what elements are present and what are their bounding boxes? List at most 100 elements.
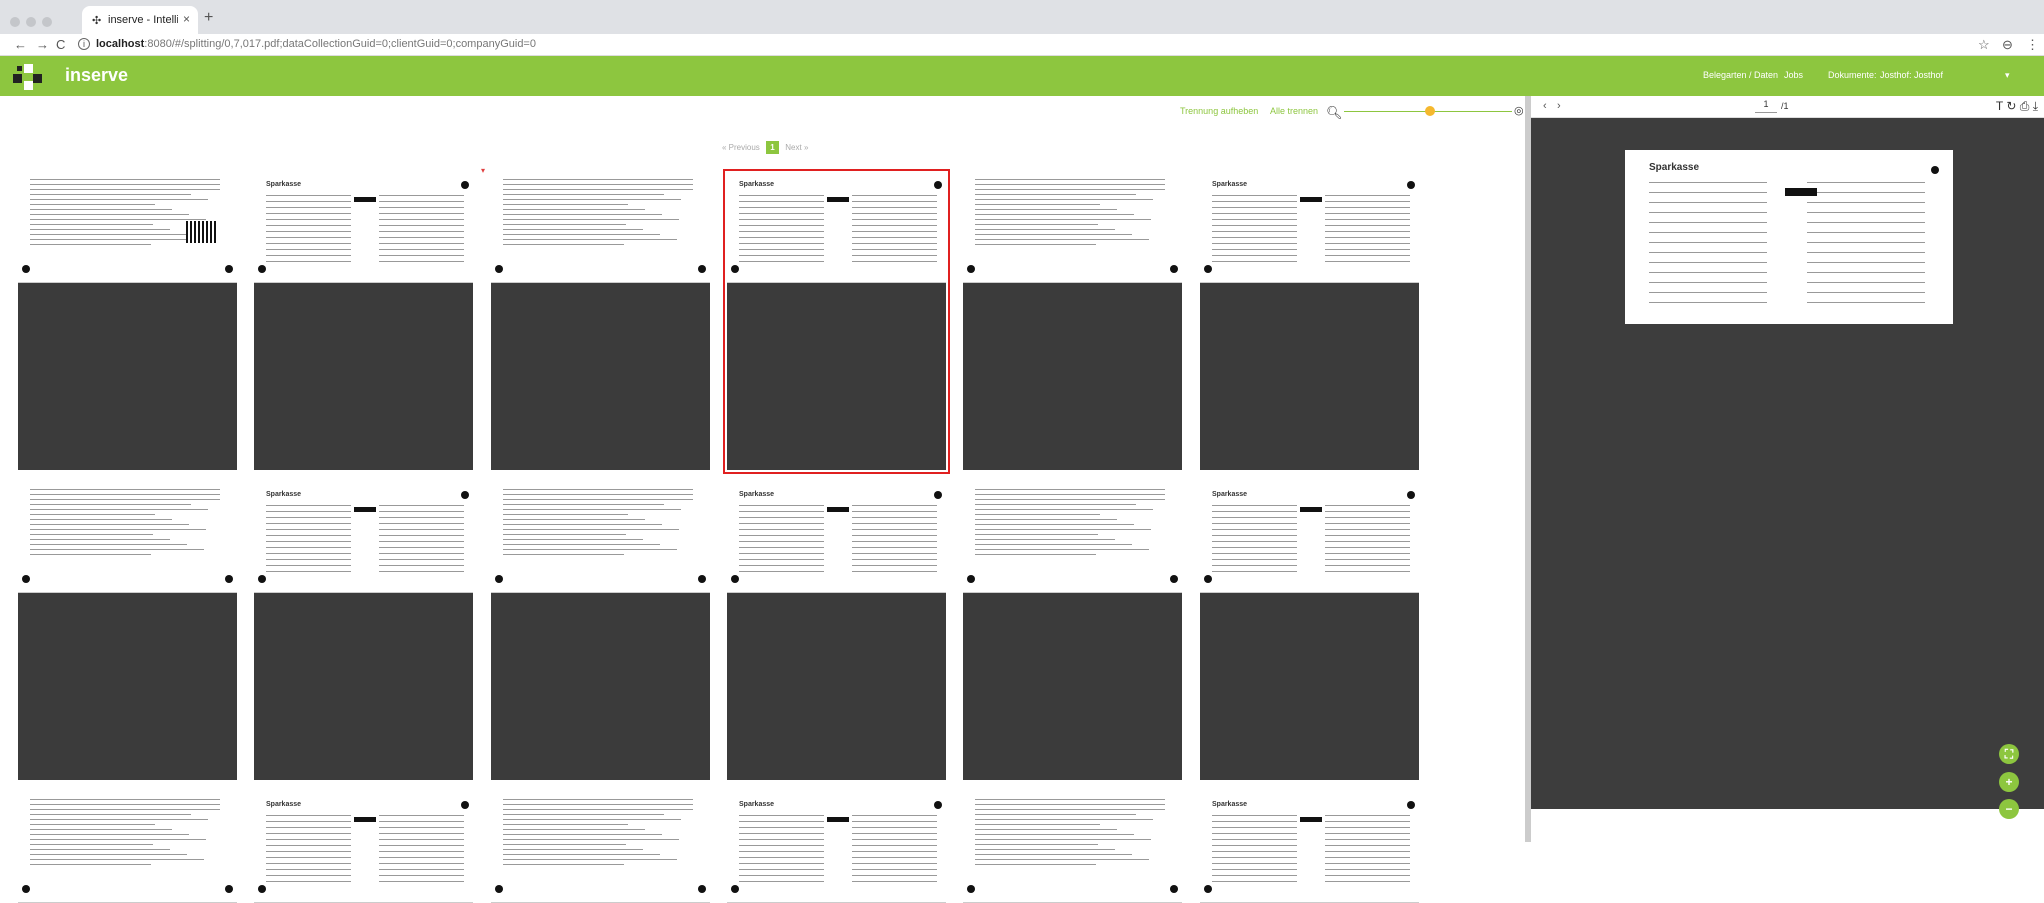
text-line [975,194,1136,195]
page-thumbnail[interactable] [963,483,1182,780]
nav-belegarten[interactable]: Belegarten / Daten [1703,70,1778,80]
page-thumbnail[interactable] [18,793,237,903]
zoom-in-button[interactable]: + [1999,772,2019,792]
window-minimize-button[interactable] [26,17,36,27]
text-line [1325,523,1410,524]
page-thumbnail[interactable] [963,173,1182,470]
info-icon[interactable]: i [78,38,90,50]
text-line [1212,547,1297,548]
text-line [503,179,693,180]
window-close-button[interactable] [10,17,20,27]
text-line [30,489,220,490]
punch-hole [495,265,503,273]
page-thumbnail[interactable]: Sparkasse [727,483,946,780]
pager-current-page[interactable]: 1 [766,141,780,154]
redaction-bar [354,507,376,512]
text-line [266,219,351,220]
alle-trennen-button[interactable]: Alle trennen [1270,106,1318,116]
window-maximize-button[interactable] [42,17,52,27]
page-thumbnail[interactable]: Sparkasse [254,793,473,903]
text-line [1212,821,1297,822]
viewer-toolbar: ‹ › 1 /1 T ↻ ⎙ ⤓ [1531,96,2044,118]
text-line [1325,237,1410,238]
reload-icon[interactable]: C [56,37,65,52]
text-line [379,261,464,262]
tab-close-icon[interactable]: × [183,12,190,26]
pager-previous[interactable]: « Previous [722,143,760,152]
text-line [30,549,204,550]
page-thumbnail[interactable]: Sparkasse [1200,793,1419,903]
viewer-prev-icon[interactable]: ‹ [1543,100,1547,112]
pager-next[interactable]: Next » [785,143,808,152]
text-line [503,229,643,230]
page-thumbnail[interactable] [491,483,710,780]
punch-hole [731,885,739,893]
chevron-down-icon[interactable]: ▾ [2005,70,2010,81]
text-line [739,243,824,244]
page-thumbnail[interactable] [18,173,237,470]
trennung-aufheben-button[interactable]: Trennung aufheben [1180,106,1258,116]
text-line [1212,827,1297,828]
text-line [266,821,351,822]
text-line [852,505,937,506]
text-line [1212,881,1297,882]
text-line [975,514,1100,515]
text-line [852,541,937,542]
new-tab-button[interactable]: + [204,9,213,27]
text-line [1807,272,1925,273]
thumbnail-page-image: Sparkasse [254,173,473,283]
nav-jobs[interactable]: Jobs [1784,70,1803,80]
back-icon[interactable]: ← [14,37,27,52]
bookmark-star-icon[interactable]: ☆ [1978,37,1990,53]
text-line [379,219,464,220]
fit-page-button[interactable]: ⛶ [1999,744,2019,764]
text-line [30,179,220,180]
text-line [266,529,351,530]
viewer-page-input[interactable]: 1 [1755,99,1777,113]
text-line [1325,535,1410,536]
split-marker-icon[interactable]: ▾ [481,166,485,175]
text-line [1649,262,1767,263]
tab-title: inserve - Intelligent Document [108,14,178,26]
forward-icon[interactable]: → [36,37,49,52]
text-line [1325,857,1410,858]
text-line [30,849,170,850]
nav-dokumente-value[interactable]: Josthof: Josthof [1880,70,1943,80]
page-thumbnail[interactable]: Sparkasse [1200,173,1419,470]
text-line [503,494,693,495]
text-line [1212,535,1297,536]
browser-tab[interactable]: ✣ inserve - Intelligent Document × [82,6,198,34]
text-line [975,839,1151,840]
text-line [975,844,1098,845]
profile-icon[interactable]: ⊖ [2002,37,2013,53]
zoom-slider-thumb[interactable] [1425,106,1435,116]
viewer-next-icon[interactable]: › [1557,100,1561,112]
text-line [30,829,172,830]
punch-hole [934,801,942,809]
page-thumbnail[interactable] [18,483,237,780]
page-thumbnail[interactable]: Sparkasse [254,173,473,470]
text-line [1649,202,1767,203]
viewer-tools-icon[interactable]: T ↻ ⎙ ⤓ [1996,99,2038,114]
page-thumbnail[interactable]: Sparkasse [727,793,946,903]
text-line [852,249,937,250]
page-thumbnail[interactable] [491,793,710,903]
zoom-out-button[interactable]: − [1999,799,2019,819]
punch-hole [22,885,30,893]
page-thumbnail[interactable]: Sparkasse [1200,483,1419,780]
page-thumbnail[interactable]: Sparkasse [723,169,950,474]
text-line [739,857,824,858]
page-thumbnail[interactable]: Sparkasse [254,483,473,780]
punch-hole [967,575,975,583]
redaction-bar [827,507,849,512]
text-line [975,819,1153,820]
url-field[interactable]: localhost:8080/#/splitting/0,7,017.pdf;d… [96,38,536,50]
text-line [30,844,153,845]
text-line [1325,815,1410,816]
page-thumbnail[interactable] [491,173,710,470]
page-thumbnail[interactable] [963,793,1182,903]
browser-menu-icon[interactable]: ⋮ [2026,37,2039,53]
thumbnail-page-image: Sparkasse [727,483,946,593]
text-line [266,839,351,840]
text-line [852,875,937,876]
